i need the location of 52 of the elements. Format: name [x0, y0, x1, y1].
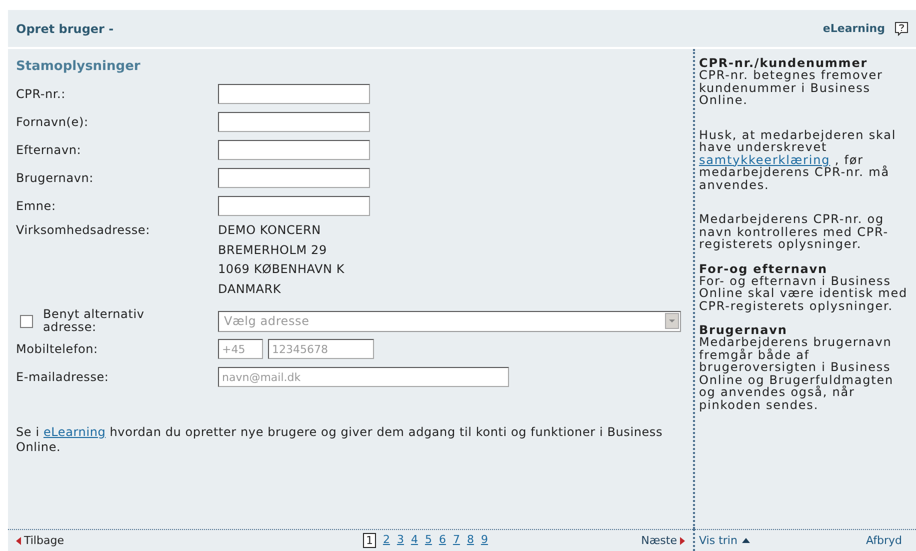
section-title: Stamoplysninger	[16, 59, 142, 74]
page-link[interactable]: 7	[452, 533, 460, 548]
address-line: DANMARK	[218, 280, 282, 298]
page-link[interactable]: 4	[410, 533, 418, 548]
next-arrow-icon	[680, 536, 685, 544]
page-link[interactable]: 3	[396, 533, 404, 548]
page-title: Opret bruger -	[16, 22, 114, 36]
page-link[interactable]: 6	[438, 533, 446, 548]
field-label: Emne:	[16, 199, 57, 213]
field-label: Mobiltelefon:	[16, 342, 99, 356]
country-code-field[interactable]: +45	[218, 339, 263, 359]
page-link[interactable]: 8	[466, 533, 474, 548]
input-field[interactable]	[218, 112, 370, 132]
field-label: Fornavn(e):	[16, 115, 90, 129]
field-label: E-mailadresse:	[16, 370, 110, 384]
help-paragraph: Medarbejderens brugernavn fremgår både af brugeroversigten i Business Online og Brugerfuldmagten og anvendes også, når pinkoden sendes.	[699, 336, 895, 411]
next-link[interactable]: Næste	[641, 534, 685, 547]
help-paragraph: For- og efternavn i Business Online skal være identisk med CPR-registerets oplysninger.	[699, 274, 909, 312]
page-link[interactable]: 5	[424, 533, 432, 548]
help-heading: CPR-nr./kundenummer	[699, 57, 868, 69]
field-label: Brugernavn:	[16, 171, 95, 185]
help-heading: Brugernavn	[699, 324, 788, 336]
address-line: 1069 KØBENHAVN K	[218, 261, 345, 278]
back-link[interactable]: Tilbage	[16, 534, 64, 547]
help-paragraph: Medarbejderens CPR-nr. og navn kontrolleres med CPR-registerets oplysninger.	[699, 213, 890, 250]
cancel-link[interactable]: Afbryd	[866, 534, 902, 547]
field-label: Efternavn:	[16, 143, 82, 157]
help-paragraph: Husk, at medarbejderen skal have underskrevet samtykkeerklæring , før medarbejderens CPR-nr. må anvendes.	[699, 128, 898, 191]
help-icon[interactable]	[895, 22, 908, 36]
input-field[interactable]	[218, 168, 370, 188]
field-label: Virksomhedsadresse:	[16, 222, 151, 239]
field-label: CPR-nr.:	[16, 87, 66, 101]
show-steps-link[interactable]: Vis trin	[699, 534, 750, 547]
checkbox-label: Benyt alternativ adresse:	[43, 308, 146, 334]
phone-field[interactable]: 12345678	[268, 339, 374, 359]
page-link[interactable]: 2	[382, 533, 390, 548]
page-link[interactable]: 1	[362, 533, 376, 548]
input-field[interactable]	[218, 140, 370, 160]
back-arrow-icon	[16, 536, 21, 544]
help-paragraph: CPR-nr. betegnes fremover kundenummer i Business Online.	[699, 69, 884, 106]
help-text: Se i eLearning hvordan du opretter nye brugere og giver dem adgang til konti og funktioner i Business Online.	[16, 425, 664, 455]
input-field[interactable]	[218, 196, 370, 216]
caret-up-icon	[742, 538, 750, 543]
address-line: BREMERHOLM 29	[218, 242, 328, 258]
input-field[interactable]	[218, 84, 370, 104]
page-link[interactable]: 9	[480, 533, 488, 548]
elearning-link[interactable]: eLearning	[43, 425, 106, 439]
address-line: DEMO KONCERN	[218, 222, 322, 239]
email-field[interactable]: navn@mail.dk	[218, 367, 509, 387]
elearning-link[interactable]: eLearning	[822, 22, 885, 35]
consent-link[interactable]: samtykkeerklæring	[699, 152, 830, 166]
help-heading: For-og efternavn	[699, 262, 828, 274]
